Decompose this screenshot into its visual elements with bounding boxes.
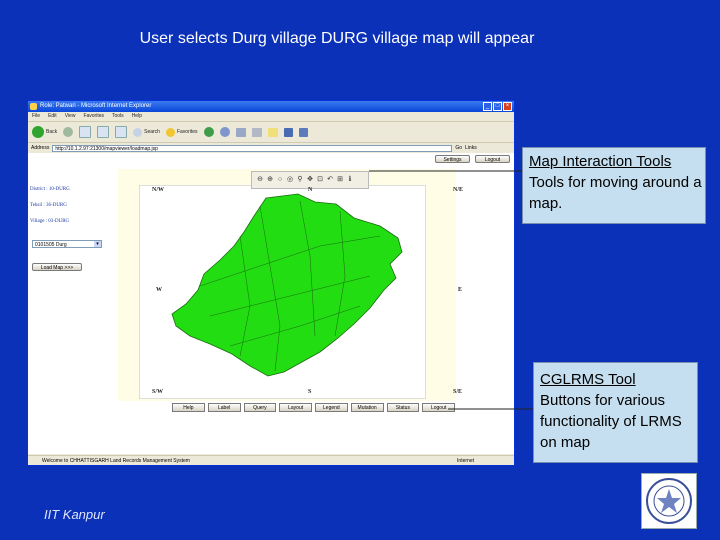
logout-button[interactable]: Logout [422,403,455,412]
settings-button[interactable]: Settings [435,155,470,163]
circle-tool-icon[interactable]: ○ [276,176,284,184]
layout-button[interactable]: Layout [279,403,312,412]
cglrms-callout-title: CGLRMS Tool [540,371,636,388]
page-content: Settings Logout District : 10-DURG Tehsi… [28,153,514,454]
compass-sw: S/W [152,389,164,395]
village-map-image [171,193,403,377]
search-button[interactable]: Search [133,127,160,137]
cglrms-callout: CGLRMS Tool Buttons for various function… [533,362,698,463]
back-label: Back [46,129,58,135]
messenger-icon[interactable] [283,127,293,137]
iit-kanpur-logo [641,473,697,529]
compass-e: E [458,287,463,293]
seal-icon [646,478,692,524]
full-extent-icon[interactable]: ⊡ [316,176,324,184]
browser-toolbar: Back Search Favorites [28,122,514,143]
query-button[interactable]: Query [243,403,277,412]
compass-se: S/E [453,389,463,395]
map-tools-callout: Map Interaction Tools Tools for moving a… [522,147,706,224]
magnifier-icon[interactable]: ⚲ [296,176,304,184]
pan-icon[interactable]: ✥ [306,176,314,184]
refresh-icon[interactable] [97,126,110,138]
forward-arrow-icon[interactable] [63,127,74,137]
print-icon[interactable] [251,127,262,137]
mail-icon[interactable] [235,127,246,137]
map-tools-callout-body: Tools for moving around a map. [529,174,702,212]
label-button[interactable]: Label [207,403,241,412]
compass-nw: N/W [152,187,164,193]
address-label: Address [31,145,50,151]
ie-icon [30,103,37,110]
district-label: District : 10-DURG [30,187,70,192]
status-zone: Internet [457,458,474,464]
compass-w: W [156,287,162,293]
mutation-button[interactable]: Mutation [350,403,384,412]
folder-icon[interactable] [267,127,278,137]
info-icon[interactable]: ℹ [346,176,354,184]
back-arrow-icon [32,126,44,138]
village-label: Village : 03-DURG [30,219,70,224]
status-text: Welcome to CHHATTISGARH Land Records Man… [42,458,190,464]
status-button[interactable]: Status [386,403,420,412]
menu-tools[interactable]: Tools [112,112,124,121]
tehsil-label: Tehsil : 36-DURG [30,203,67,208]
minimize-button[interactable]: _ [483,102,492,111]
stop-icon[interactable] [79,126,92,138]
target-icon[interactable]: ◎ [286,176,294,184]
favorites-label: Favorites [176,129,198,135]
zoom-in-icon[interactable]: ⊕ [266,176,274,184]
go-button[interactable]: Go [455,145,462,151]
chevron-down-icon: ▾ [94,241,101,247]
legend-button[interactable]: Legend [315,403,348,412]
search-icon [133,127,143,137]
media-icon[interactable] [203,127,214,137]
load-map-button[interactable]: Load Map >>> [32,263,82,271]
village-select-value: 0101505 Durg [35,242,67,248]
cglrms-callout-body: Buttons for various functionality of LRM… [540,392,682,451]
star-icon [165,127,175,137]
map-tools-callout-title: Map Interaction Tools [529,153,672,170]
help-button[interactable]: Help [172,403,205,412]
map-panel: ⊖ ⊕ ○ ◎ ⚲ ✥ ⊡ ↶ ⊞ ℹ N/W N N/E W E S/W S … [118,169,463,401]
logout-top-button[interactable]: Logout [475,155,510,163]
browser-window: Role: Patwari - Microsoft Internet Explo… [27,100,515,466]
maximize-button[interactable]: □ [493,102,502,111]
status-bar: Welcome to CHHATTISGARH Land Records Man… [28,455,514,465]
research-icon[interactable] [298,127,308,137]
menu-view[interactable]: View [65,112,76,121]
slide-title: User selects Durg village DURG village m… [139,30,535,47]
compass-n: N [308,187,313,193]
footer-text: IIT Kanpur [44,507,105,522]
map-canvas[interactable] [139,185,426,399]
close-button[interactable]: × [503,102,512,111]
search-label: Search [144,129,160,135]
links-button[interactable]: Links [465,145,477,151]
grid-icon[interactable]: ⊞ [336,176,344,184]
menu-favorites[interactable]: Favorites [83,112,104,121]
back-button[interactable]: Back [32,126,57,138]
home-icon[interactable] [115,126,128,138]
menu-file[interactable]: File [32,112,40,121]
zoom-out-icon[interactable]: ⊖ [256,176,264,184]
history-icon[interactable] [219,127,230,137]
compass-ne: N/E [453,187,464,193]
cglrms-toolbar: Help Label Query Layout Legend Mutation … [172,403,455,413]
village-select[interactable]: 0101505 Durg ▾ [32,240,102,248]
address-input[interactable]: http://10.1.2.97:21300/mapviewer/loadmap… [52,144,453,152]
undo-icon[interactable]: ↶ [326,176,334,184]
window-title: Role: Patwari - Microsoft Internet Explo… [40,103,152,109]
favorites-button[interactable]: Favorites [165,127,198,137]
menu-help[interactable]: Help [132,112,142,121]
compass-s: S [308,389,312,395]
window-title-bar[interactable]: Role: Patwari - Microsoft Internet Explo… [28,101,514,112]
menu-bar: File Edit View Favorites Tools Help [28,112,514,122]
menu-edit[interactable]: Edit [48,112,57,121]
